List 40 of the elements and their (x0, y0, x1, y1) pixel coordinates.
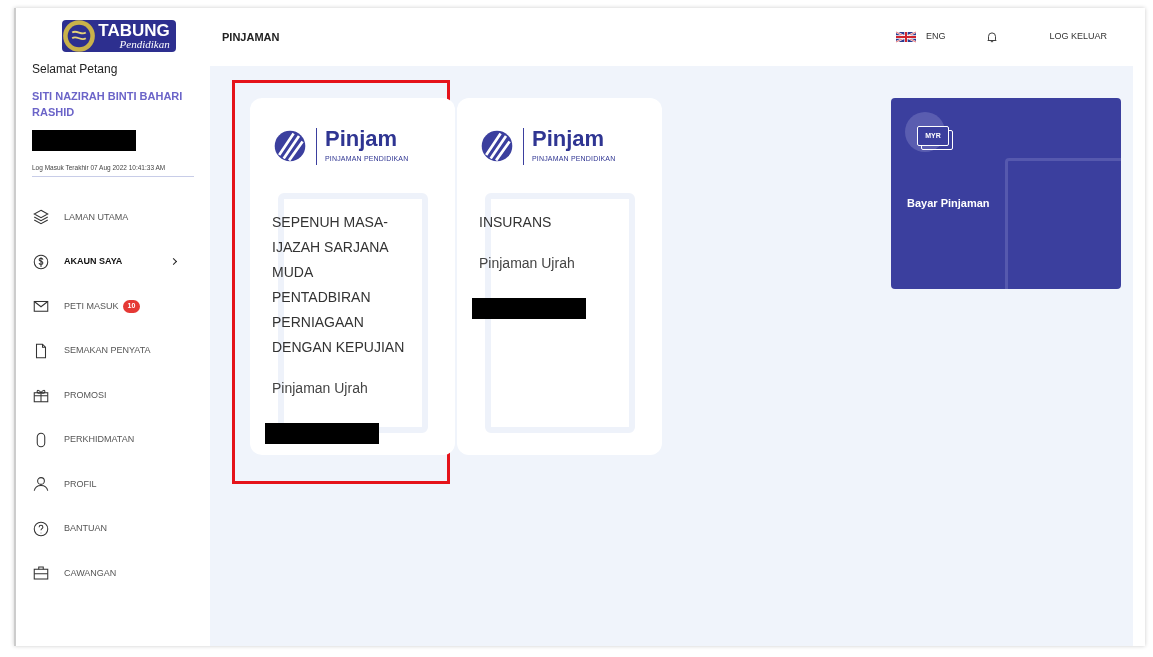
help-icon (32, 519, 50, 538)
logo-subtitle: Pendidikan (119, 39, 170, 50)
nav-label: PROMOSI (64, 388, 107, 402)
nav-label: PROFIL (64, 477, 97, 491)
nav-label: BANTUAN (64, 522, 107, 535)
user-name: SITI NAZIRAH BINTI BAHARI RASHID (32, 89, 184, 120)
loan-type: Pinjaman Ujrah (479, 254, 576, 273)
emblem-icon (62, 19, 97, 53)
layers-icon (32, 208, 50, 227)
payment-label: Bayar Pinjaman (907, 196, 991, 212)
nav-item[interactable]: BANTUAN (32, 506, 194, 551)
nav-label: LAMAN UTAMA (64, 210, 129, 224)
nav-label: PETI MASUK (64, 299, 119, 313)
nav-label: PERKHIDMATAN (64, 433, 135, 446)
loan-title: SEPENUH MASA- IJAZAH SARJANA MUDA PENTADBIRAN PERNIAGAAN DENGAN KEPUJIAN (272, 213, 406, 357)
loan-type: Pinjaman Ujrah (272, 379, 369, 398)
brand-name: Pinjam (325, 128, 399, 150)
nav-item[interactable]: PROFIL (32, 462, 194, 507)
nav-item[interactable]: CAWANGAN (32, 551, 194, 596)
flag-icon[interactable] (895, 30, 916, 44)
user-icon (32, 475, 50, 494)
nav-label: SEMAKAN PENYATA (64, 344, 151, 357)
logout-button[interactable]: LOG KELUAR (1049, 30, 1107, 44)
nav-label: AKAUN SAYA (64, 255, 123, 268)
nav-item[interactable]: LAMAN UTAMA (32, 195, 194, 240)
nav-item[interactable]: PERKHIDMATAN (32, 417, 194, 462)
nav-item[interactable]: PROMOSI (32, 373, 194, 418)
brand-name: Pinjam (532, 128, 606, 150)
loan-title: INSURANS (479, 213, 553, 232)
briefcase-icon (32, 564, 50, 583)
greeting: Selamat Petang (32, 61, 119, 78)
bell-icon[interactable] (985, 30, 1000, 44)
page-title: PINJAMAN (222, 29, 280, 45)
dollar-icon (32, 252, 50, 271)
nav-item[interactable]: SEMAKAN PENYATA (32, 328, 194, 373)
nav-label: CAWANGAN (64, 566, 117, 580)
language-button[interactable]: ENG (925, 30, 946, 44)
tabung-logo[interactable]: TABUNG Pendidikan (62, 20, 176, 52)
logo-title: TABUNG (98, 22, 170, 39)
nav-item[interactable]: AKAUN SAYA (32, 239, 194, 284)
